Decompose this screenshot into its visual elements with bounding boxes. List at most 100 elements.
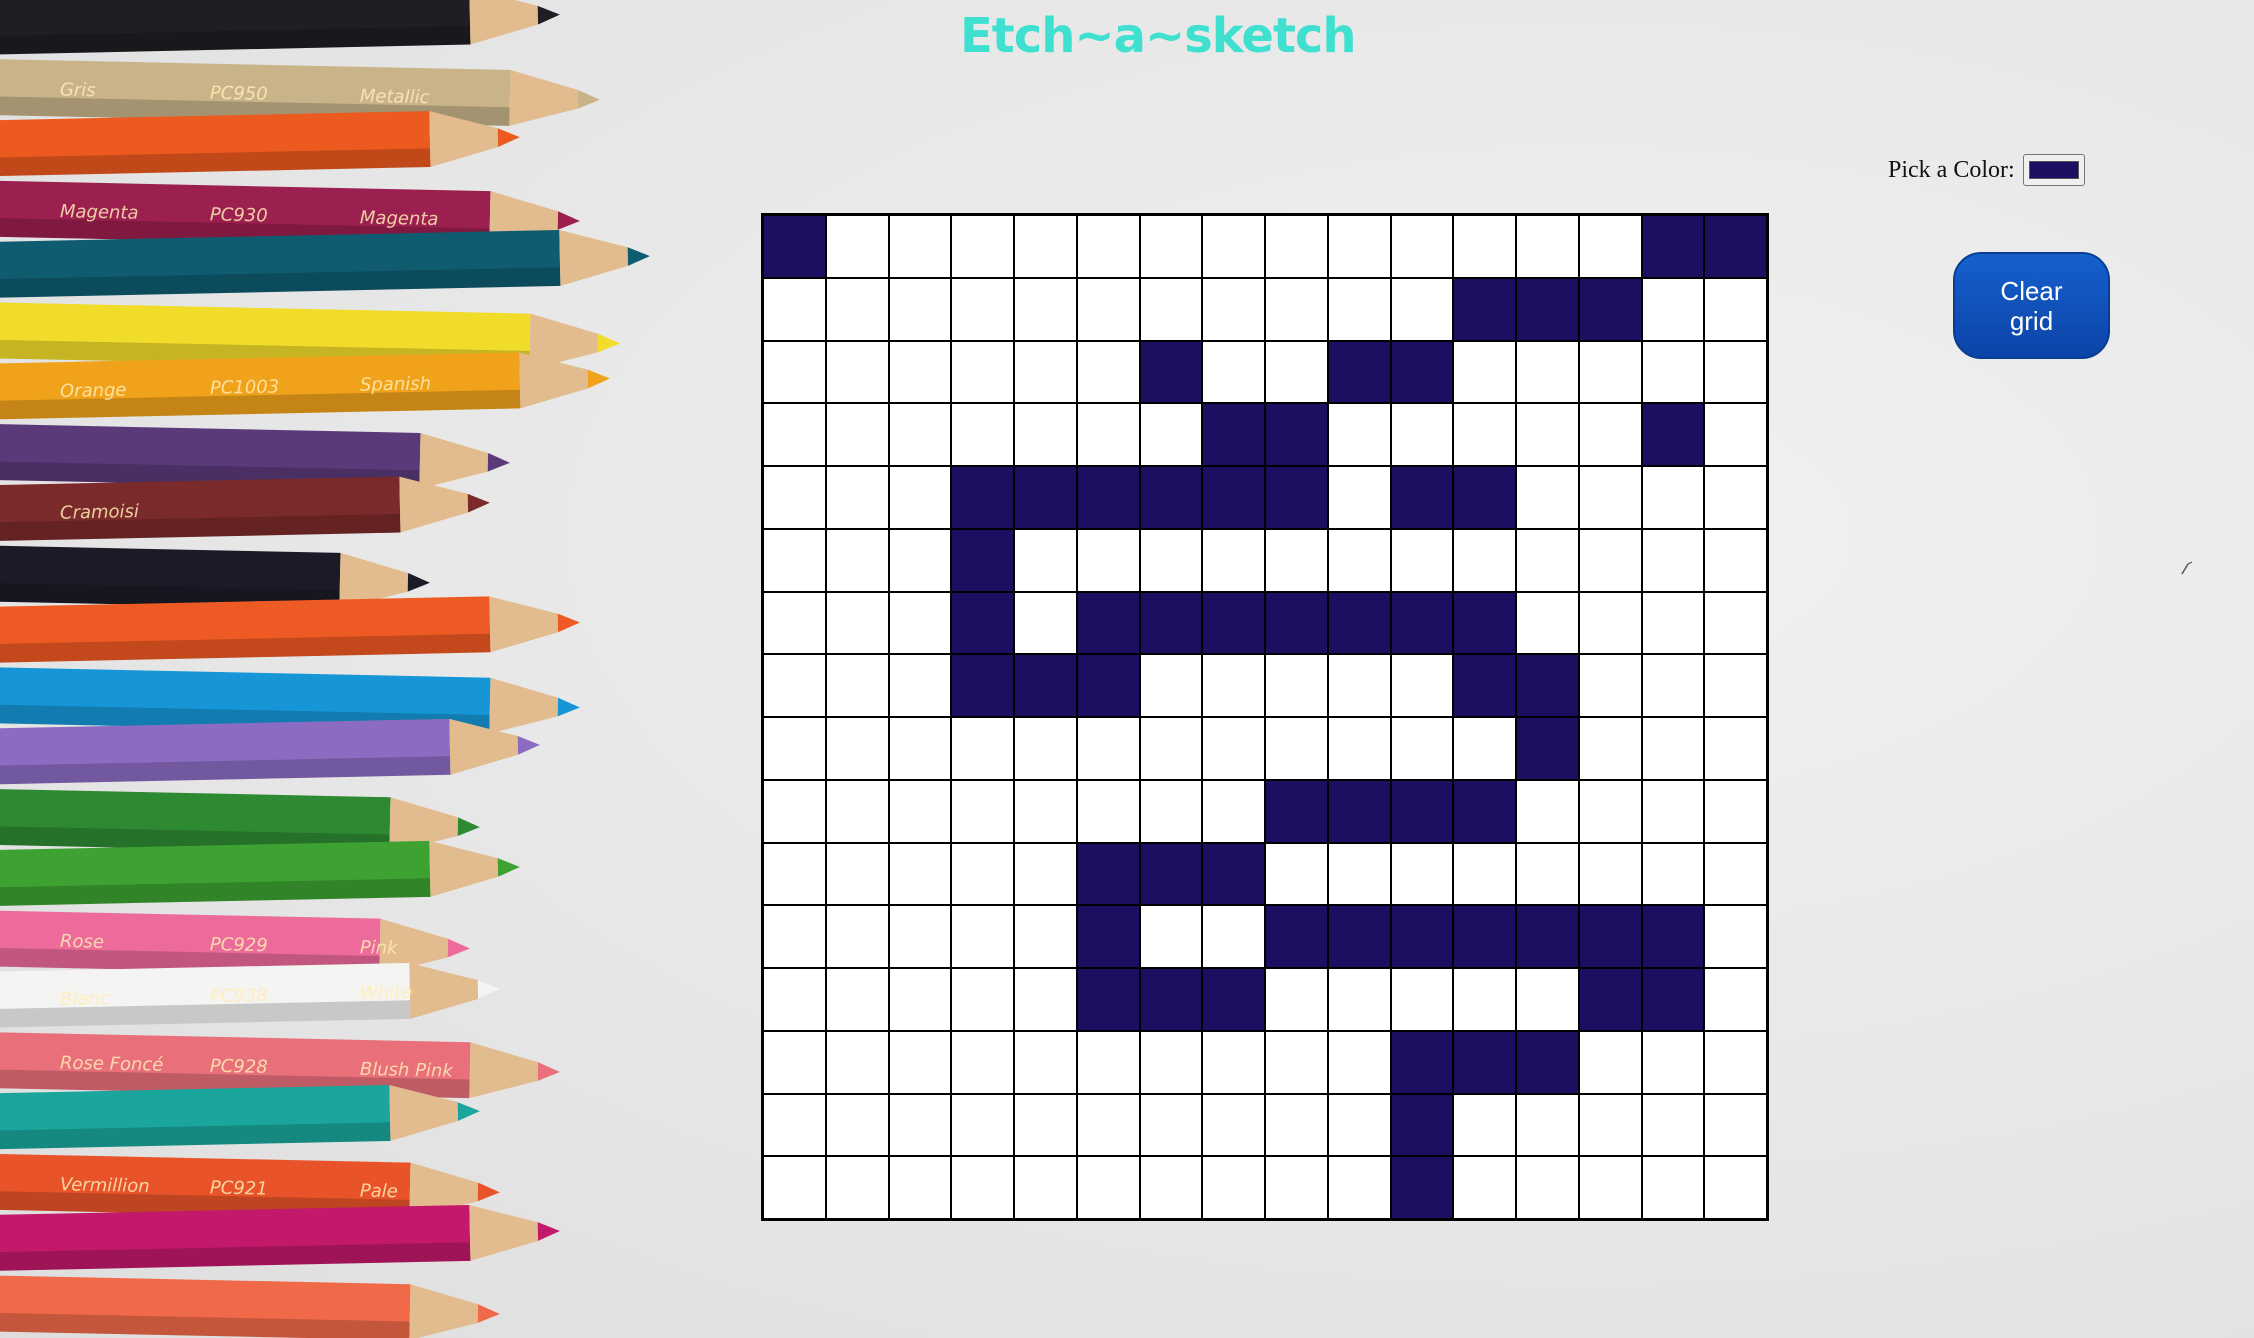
grid-cell[interactable] [1641,842,1705,906]
grid-cell[interactable] [1265,1030,1328,1094]
grid-cell[interactable] [825,277,889,341]
grid-cell[interactable] [1390,1093,1454,1157]
grid-cell[interactable] [1076,528,1140,592]
grid-cell[interactable] [1014,905,1077,968]
grid-cell[interactable] [1014,215,1077,278]
grid-cell[interactable] [1641,717,1705,780]
grid-cell[interactable] [951,591,1014,655]
grid-cell[interactable] [1014,528,1077,592]
grid-cell[interactable] [763,905,826,968]
grid-cell[interactable] [1014,968,1077,1031]
grid-cell[interactable] [1453,403,1516,466]
grid-cell[interactable] [1390,717,1454,780]
grid-cell[interactable] [763,968,826,1031]
grid-cell[interactable] [1202,403,1265,466]
grid-cell[interactable] [763,340,826,404]
grid-cell[interactable] [1327,1156,1391,1219]
grid-cell[interactable] [1139,654,1203,717]
grid-cell[interactable] [1641,654,1705,717]
grid-cell[interactable] [1014,277,1077,341]
grid-cell[interactable] [1202,842,1265,906]
grid-cell[interactable] [1076,905,1140,968]
grid-cell[interactable] [1704,277,1767,341]
grid-cell[interactable] [825,403,889,466]
grid-cell[interactable] [825,1156,889,1219]
grid-cell[interactable] [1578,1156,1642,1219]
grid-cell[interactable] [888,340,952,404]
grid-cell[interactable] [1390,591,1454,655]
grid-cell[interactable] [1453,215,1516,278]
grid-cell[interactable] [1202,717,1265,780]
grid-cell[interactable] [1139,1030,1203,1094]
grid-cell[interactable] [825,842,889,906]
grid-cell[interactable] [888,466,952,529]
grid-cell[interactable] [1578,842,1642,906]
grid-cell[interactable] [1704,842,1767,906]
grid-cell[interactable] [1578,528,1642,592]
grid-cell[interactable] [825,779,889,843]
grid-cell[interactable] [1265,466,1328,529]
grid-cell[interactable] [1202,466,1265,529]
grid-cell[interactable] [1390,779,1454,843]
grid-cell[interactable] [1327,591,1391,655]
grid-cell[interactable] [1139,403,1203,466]
grid-cell[interactable] [888,905,952,968]
grid-cell[interactable] [1076,591,1140,655]
grid-cell[interactable] [1578,215,1642,278]
grid-cell[interactable] [888,779,952,843]
grid-cell[interactable] [1265,968,1328,1031]
grid-cell[interactable] [1327,654,1391,717]
grid-cell[interactable] [1265,1093,1328,1157]
grid-cell[interactable] [1453,842,1516,906]
grid-cell[interactable] [1327,905,1391,968]
grid-cell[interactable] [1076,1156,1140,1219]
grid-cell[interactable] [763,779,826,843]
grid-cell[interactable] [1202,277,1265,341]
grid-cell[interactable] [1327,340,1391,404]
grid-cell[interactable] [1516,591,1579,655]
grid-cell[interactable] [951,340,1014,404]
grid-cell[interactable] [1202,340,1265,404]
grid-cell[interactable] [1516,968,1579,1031]
grid-cell[interactable] [1076,277,1140,341]
grid-cell[interactable] [1641,779,1705,843]
grid-cell[interactable] [825,591,889,655]
grid-cell[interactable] [951,654,1014,717]
grid-cell[interactable] [1578,591,1642,655]
grid-cell[interactable] [951,403,1014,466]
grid-cell[interactable] [825,968,889,1031]
grid-cell[interactable] [1641,1156,1705,1219]
grid-cell[interactable] [1139,340,1203,404]
grid-cell[interactable] [1390,215,1454,278]
grid-cell[interactable] [825,466,889,529]
grid-cell[interactable] [1265,1156,1328,1219]
grid-cell[interactable] [1704,403,1767,466]
grid-cell[interactable] [1704,905,1767,968]
grid-cell[interactable] [1265,403,1328,466]
grid-cell[interactable] [825,340,889,404]
grid-cell[interactable] [1704,654,1767,717]
grid-cell[interactable] [1014,591,1077,655]
grid-cell[interactable] [1014,1093,1077,1157]
grid-cell[interactable] [1578,1030,1642,1094]
grid-cell[interactable] [1641,1030,1705,1094]
grid-cell[interactable] [1014,403,1077,466]
grid-cell[interactable] [1390,466,1454,529]
grid-cell[interactable] [825,1093,889,1157]
grid-cell[interactable] [1139,968,1203,1031]
grid-cell[interactable] [825,1030,889,1094]
grid-cell[interactable] [1578,403,1642,466]
grid-cell[interactable] [1516,215,1579,278]
grid-cell[interactable] [1578,466,1642,529]
grid-cell[interactable] [1390,403,1454,466]
grid-cell[interactable] [1578,340,1642,404]
grid-cell[interactable] [1327,528,1391,592]
grid-cell[interactable] [1704,340,1767,404]
grid-cell[interactable] [1202,779,1265,843]
grid-cell[interactable] [1641,403,1705,466]
grid-cell[interactable] [1453,1030,1516,1094]
grid-cell[interactable] [1453,968,1516,1031]
grid-cell[interactable] [1202,905,1265,968]
grid-cell[interactable] [1014,842,1077,906]
grid-cell[interactable] [1265,528,1328,592]
